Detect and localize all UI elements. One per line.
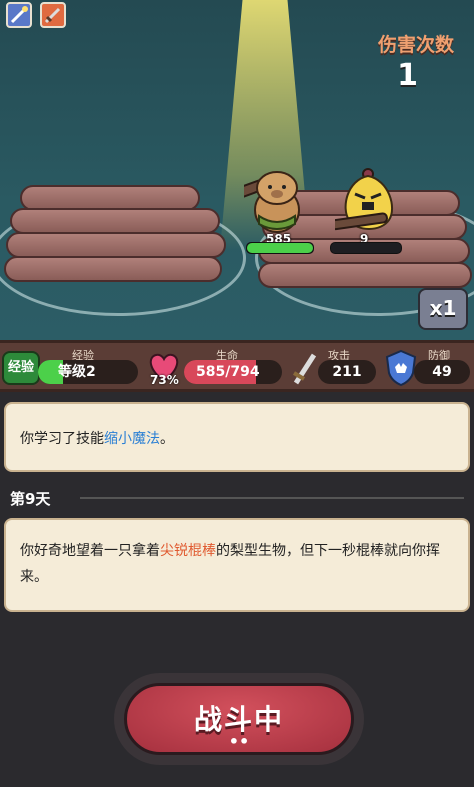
speed-toggle-button[interactable]: x1: [418, 288, 468, 330]
hero-character: [215, 168, 310, 236]
event-card: 你好奇地望着一只拿着尖锐棍棒的梨型生物，但下一秒棍棒就向你挥来。: [4, 518, 470, 612]
fight-button[interactable]: 战斗中 ••: [114, 673, 364, 765]
skill-name: 缩小魔法: [104, 431, 160, 447]
hp-value: 585/794: [196, 364, 260, 380]
exp-pill: 等级2: [38, 360, 138, 384]
loading-dots: ••: [228, 732, 250, 751]
hp-percent: 73%: [150, 373, 179, 387]
skill-learned-text: 你学习了技能缩小魔法。: [20, 431, 174, 447]
event-item: 尖锐棍棒: [160, 543, 216, 559]
atk-value: 211: [318, 360, 376, 384]
day-label: 第9天: [10, 490, 51, 508]
damage-count-title: 伤害次数: [377, 34, 454, 56]
wand-skill-icon[interactable]: [6, 2, 32, 28]
day-divider: [80, 497, 464, 499]
battle-scene: 585 9 伤害次数 1 x1: [0, 0, 474, 340]
shield-icon: [384, 349, 418, 387]
hero-hp-bar: [246, 242, 314, 254]
skill-learned-card: 你学习了技能缩小魔法。: [4, 402, 470, 472]
sword-icon: [290, 349, 320, 387]
def-value: 49: [414, 360, 470, 384]
damage-count-value: 1: [397, 58, 418, 93]
stats-bar: 经验 经验 等级2 73% 生命 585/794 攻击 211 防御 49: [0, 340, 474, 392]
level-text: 等级2: [58, 364, 96, 380]
sword-skill-icon[interactable]: [40, 2, 66, 28]
enemy-hp-bar: [330, 242, 402, 254]
event-text: 你好奇地望着一只拿着尖锐棍棒的梨型生物，但下一秒棍棒就向你挥来。: [20, 543, 440, 585]
enemy-pear-creature: [330, 168, 405, 234]
exp-badge: 经验: [2, 351, 40, 385]
hp-pill: 585/794: [184, 360, 282, 384]
